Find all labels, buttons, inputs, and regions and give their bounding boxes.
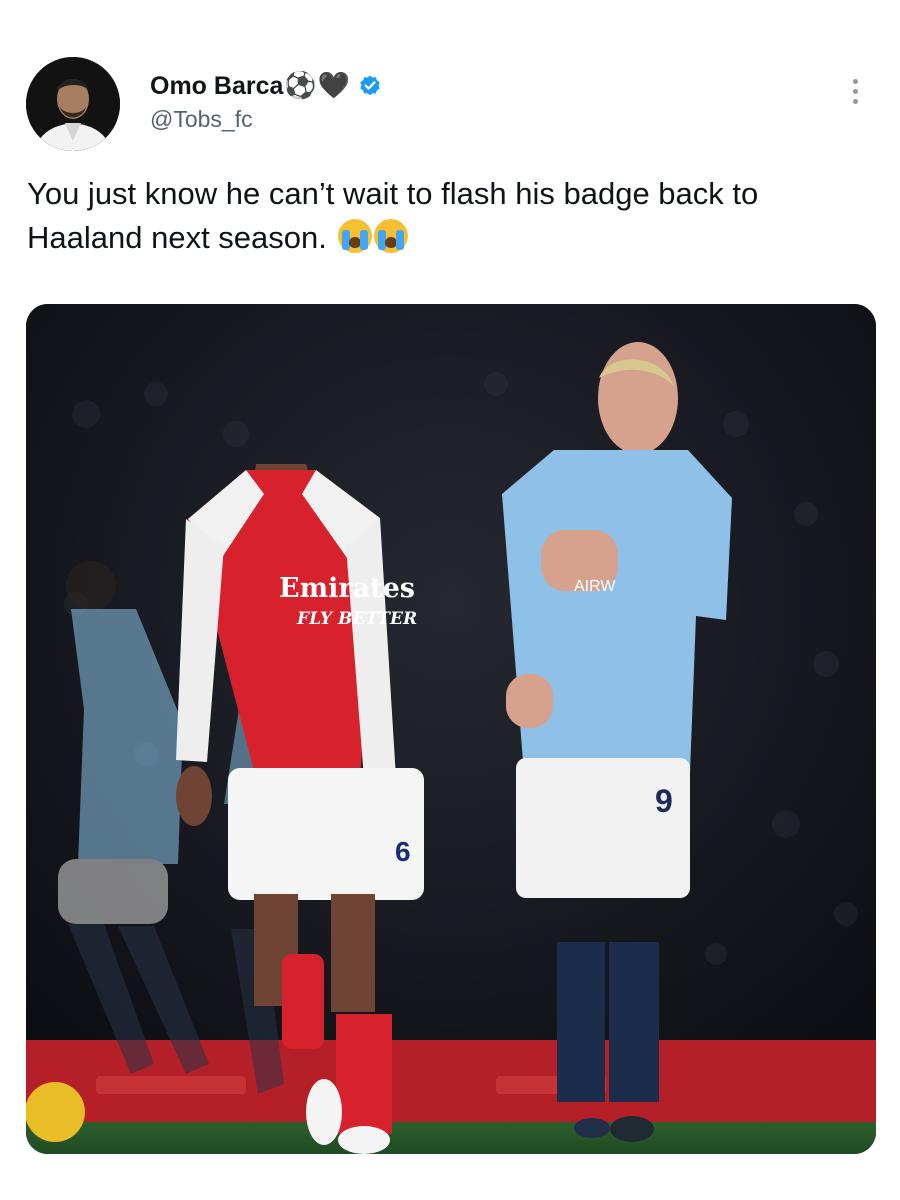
author-name-row: Omo Barca ⚽ 🖤 xyxy=(150,68,382,104)
shorts-number-left: 6 xyxy=(395,836,411,867)
tweet-text: You just know he can’t wait to flash his… xyxy=(27,172,877,260)
tweet-card: Omo Barca ⚽ 🖤 @Tobs_fc You just know he … xyxy=(0,0,900,1200)
author-block: Omo Barca ⚽ 🖤 @Tobs_fc xyxy=(150,68,382,133)
sponsor-emirates: Emirates xyxy=(279,573,415,604)
handle[interactable]: @Tobs_fc xyxy=(150,106,382,133)
tweet-photo[interactable]: Emirates FLY BETTER 6 AIRW 9 xyxy=(26,304,876,1154)
display-name[interactable]: Omo Barca xyxy=(150,72,283,101)
verified-badge-icon xyxy=(360,75,380,96)
football-scene: Emirates FLY BETTER 6 AIRW 9 xyxy=(26,304,876,1154)
sponsor-slogan: FLY BETTER xyxy=(296,609,417,629)
sponsor-airways: AIRW xyxy=(574,578,616,595)
more-vertical-icon[interactable] xyxy=(849,79,861,113)
loudly-crying-face-icon xyxy=(337,219,372,253)
soccer-ball-icon: ⚽ xyxy=(284,71,317,101)
avatar-image xyxy=(26,57,120,151)
loudly-crying-face-icon xyxy=(373,219,408,253)
avatar[interactable] xyxy=(26,57,120,151)
black-heart-icon: 🖤 xyxy=(317,71,351,101)
shorts-number-right: 9 xyxy=(655,783,673,819)
